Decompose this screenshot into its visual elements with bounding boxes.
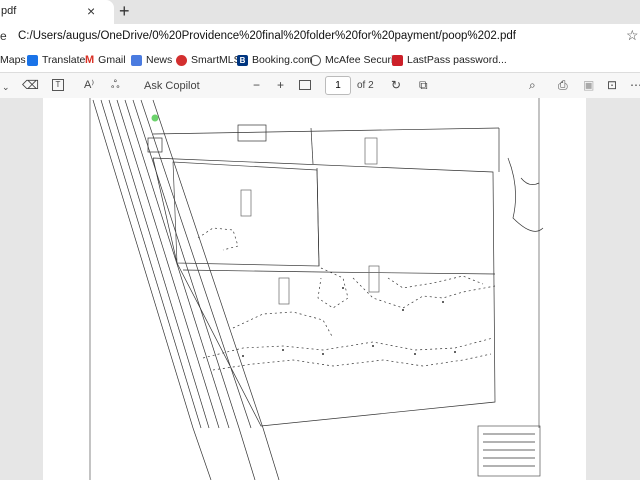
more-icon[interactable]: ⋯ (630, 77, 640, 93)
page-number-input[interactable]: 1 (325, 76, 351, 95)
site-plan-drawing (89, 98, 544, 480)
tab-title: pdf (1, 5, 17, 17)
print-icon[interactable]: ⎙ (558, 77, 568, 93)
smartmls-icon (176, 54, 187, 66)
favorite-star-icon[interactable]: ☆ (626, 27, 639, 44)
pdf-toolbar: ⌄ ⌫ T A⁾ ஃ Ask Copilot − + 1 of 2 ↻ ⧉ ⌕ … (0, 73, 640, 99)
zoom-in-button[interactable]: + (277, 77, 284, 93)
page-view-icon[interactable]: ⧉ (419, 77, 428, 93)
favorite-label: LastPass password... (407, 54, 507, 66)
booking-icon: B (237, 54, 248, 66)
zoom-out-button[interactable]: − (253, 77, 260, 93)
favorite-label: McAfee Security (325, 54, 402, 66)
favorite-label: News (146, 54, 173, 66)
save-icon[interactable]: ▣ (583, 77, 594, 93)
lastpass-icon (392, 54, 403, 66)
favorite-label: Translate (42, 54, 86, 66)
globe-icon (310, 54, 321, 66)
favorite-label: Booking.com (252, 54, 313, 66)
search-icon[interactable]: ⌕ (529, 77, 536, 93)
favorite-label: SmartMLS (191, 54, 241, 66)
fit-page-icon[interactable] (299, 80, 311, 90)
site-info-icon[interactable]: e (0, 29, 7, 43)
tab-strip: pdf × + (0, 0, 640, 24)
eraser-icon[interactable]: ⌫ (22, 77, 39, 93)
favorite-translate[interactable]: Translate (27, 54, 85, 66)
page-total: of 2 (357, 80, 374, 91)
favorite-gmail[interactable]: M Gmail (85, 54, 126, 66)
favorite-lastpass[interactable]: LastPass password... (392, 54, 507, 66)
favorites-bar: Maps Translate M Gmail News SmartMLS B B… (0, 48, 640, 73)
save-as-icon[interactable]: ⊡ (607, 77, 617, 93)
favorite-booking[interactable]: B Booking.com (237, 54, 313, 66)
favorite-maps[interactable]: Maps (0, 54, 26, 66)
ask-copilot-button[interactable]: Ask Copilot (144, 78, 200, 94)
new-tab-button[interactable]: + (119, 1, 130, 21)
favorite-mcafee[interactable]: McAfee Security (310, 54, 401, 66)
rotate-icon[interactable]: ↻ (391, 77, 401, 93)
immersive-reader-icon[interactable]: ஃ (111, 77, 120, 93)
address-bar: e C:/Users/augus/OneDrive/0%20Providence… (0, 24, 640, 48)
favorite-label: Maps (0, 54, 26, 66)
tab-close-icon[interactable]: × (87, 3, 95, 19)
favorite-news[interactable]: News (131, 54, 172, 66)
pdf-page (43, 98, 586, 480)
chevron-down-icon[interactable]: ⌄ (2, 79, 10, 95)
translate-icon (27, 54, 38, 66)
gmail-icon: M (85, 54, 95, 66)
url-field[interactable]: C:/Users/augus/OneDrive/0%20Providence%2… (18, 30, 516, 42)
news-icon (131, 54, 142, 66)
favorite-label: Gmail (98, 54, 126, 66)
pdf-viewer[interactable] (0, 98, 640, 480)
tab-pdf[interactable]: pdf × (0, 0, 114, 24)
read-aloud-icon[interactable]: A⁾ (84, 77, 94, 93)
favorite-smartmls[interactable]: SmartMLS (176, 54, 241, 66)
text-box-icon[interactable]: T (52, 79, 64, 91)
